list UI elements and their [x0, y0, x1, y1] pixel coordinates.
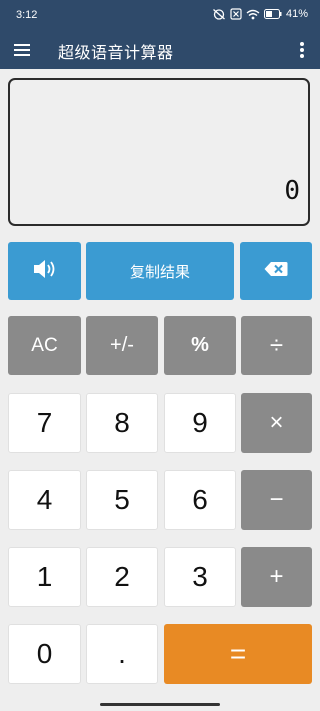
equals-button[interactable]: = [164, 624, 312, 684]
copy-result-button[interactable]: 复制结果 [86, 242, 234, 300]
digit-3-button[interactable]: 3 [164, 547, 236, 607]
hamburger-menu-icon[interactable] [12, 40, 32, 60]
status-bar: 3:12 41% [0, 0, 320, 30]
percent-button[interactable]: % [164, 316, 236, 375]
status-time: 3:12 [16, 9, 38, 21]
plus-button[interactable]: + [241, 547, 312, 607]
digit-7-button[interactable]: 7 [8, 393, 81, 453]
alarm-off-icon [212, 8, 226, 20]
display-value: 0 [284, 176, 300, 206]
battery-percent: 41% [285, 8, 308, 20]
status-icons: 41% [212, 8, 308, 20]
more-vert-icon[interactable] [296, 39, 308, 61]
sign-toggle-button[interactable]: +/- [86, 316, 158, 375]
digit-5-button[interactable]: 5 [86, 470, 158, 530]
speaker-button[interactable] [8, 242, 81, 300]
digit-4-button[interactable]: 4 [8, 470, 81, 530]
clear-button[interactable]: AC [8, 316, 81, 375]
digit-0-button[interactable]: 0 [8, 624, 81, 684]
battery-icon [263, 9, 282, 19]
multiply-button[interactable]: × [241, 393, 312, 453]
wifi-icon [246, 9, 260, 20]
digit-9-button[interactable]: 9 [164, 393, 236, 453]
sim-off-icon [230, 8, 242, 20]
backspace-icon [264, 261, 288, 282]
decimal-point-button[interactable]: . [86, 624, 158, 684]
divide-button[interactable]: ÷ [241, 316, 312, 375]
app-bar: 超级语音计算器 [0, 30, 320, 69]
digit-8-button[interactable]: 8 [86, 393, 158, 453]
minus-button[interactable]: − [241, 470, 312, 530]
digit-6-button[interactable]: 6 [164, 470, 236, 530]
result-display: 0 [8, 78, 310, 226]
gesture-bar [100, 703, 220, 706]
digit-2-button[interactable]: 2 [86, 547, 158, 607]
backspace-button[interactable] [240, 242, 312, 300]
speaker-icon [31, 258, 59, 285]
digit-1-button[interactable]: 1 [8, 547, 81, 607]
app-title: 超级语音计算器 [58, 45, 174, 62]
